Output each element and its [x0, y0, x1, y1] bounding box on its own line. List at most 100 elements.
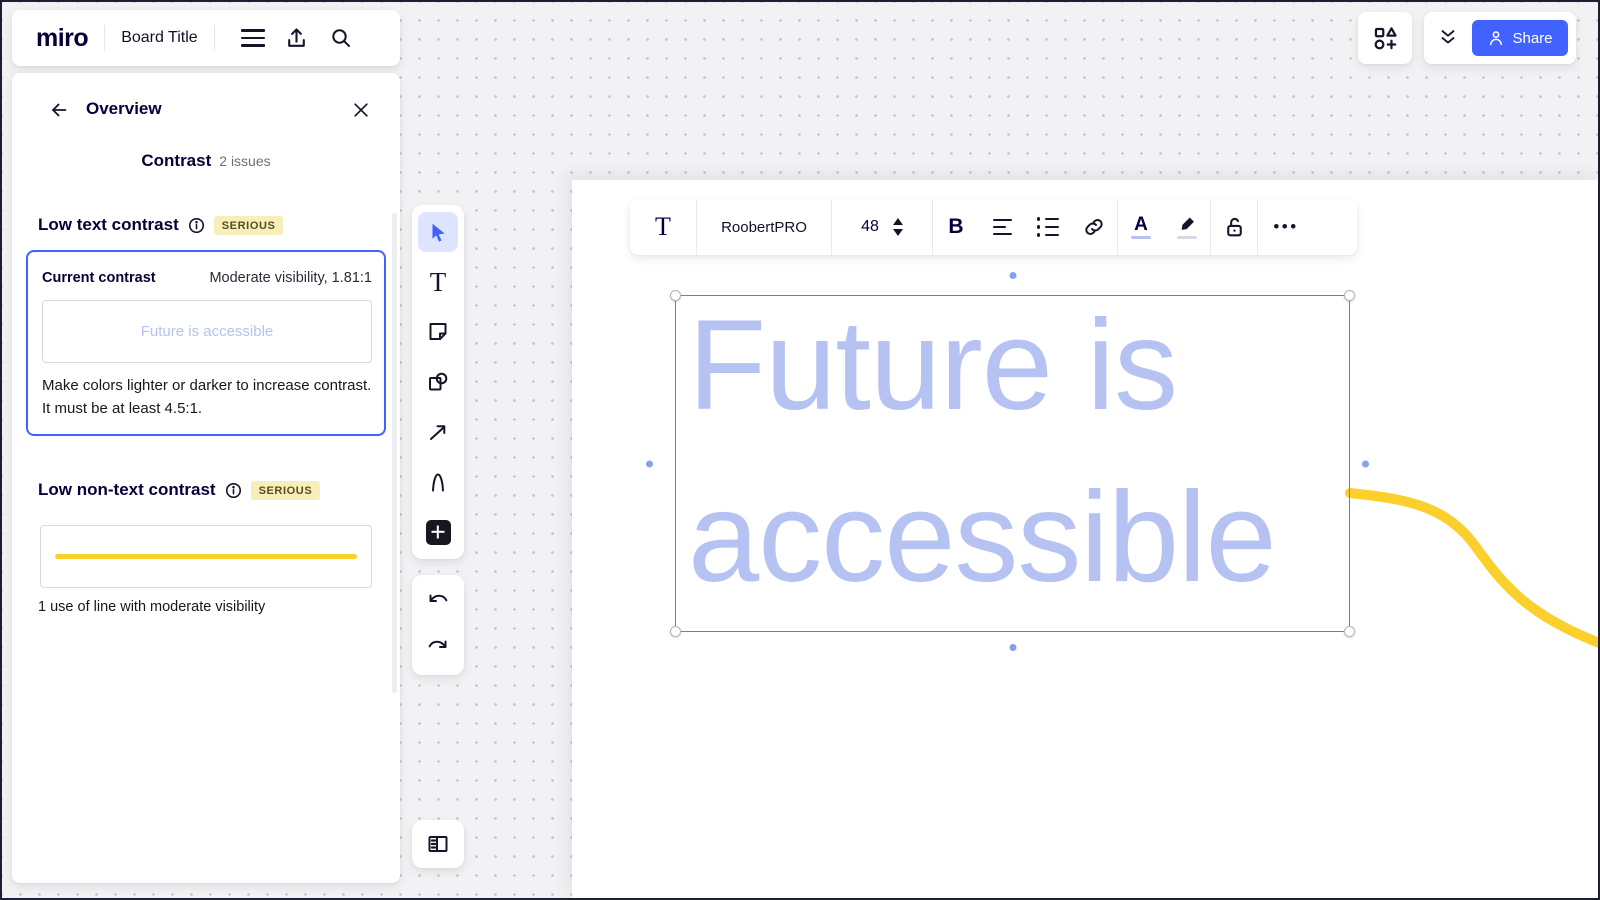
- text-format-toolbar: T RoobertPRO 48 B A •••: [630, 199, 1357, 255]
- size-decrease-icon[interactable]: [892, 229, 903, 236]
- miro-logo[interactable]: miro: [36, 24, 89, 53]
- board-header: miro Board Title: [12, 10, 400, 66]
- shapes-icon: [429, 372, 448, 391]
- shapes-tool[interactable]: [418, 362, 458, 402]
- back-button[interactable]: [46, 97, 72, 123]
- info-button[interactable]: [187, 216, 206, 235]
- frames-button[interactable]: [418, 824, 458, 864]
- preview-text: Future is accessible: [140, 323, 274, 340]
- cursor-icon: [432, 223, 445, 242]
- pen-icon: [432, 473, 444, 492]
- sticky-note-icon: [429, 323, 447, 340]
- connector-anchor-bottom[interactable]: [1009, 644, 1016, 651]
- contrast-section-header: Contrast 2 issues: [12, 151, 400, 171]
- contrast-visibility-value: Moderate visibility, 1.81:1: [209, 270, 372, 286]
- font-size-control: 48: [832, 199, 932, 255]
- history-toolbar: [412, 575, 464, 675]
- low-text-contrast-title: Low text contrast: [38, 215, 179, 234]
- redo-button[interactable]: [418, 628, 458, 668]
- bold-button[interactable]: B: [933, 199, 979, 255]
- text-tool-icon: T: [429, 266, 447, 297]
- close-panel-button[interactable]: [348, 97, 374, 123]
- text-contrast-preview: Future is accessible: [42, 300, 372, 363]
- undo-button[interactable]: [418, 582, 458, 622]
- sticky-note-tool[interactable]: [418, 312, 458, 352]
- export-button[interactable]: [275, 16, 319, 60]
- search-button[interactable]: [319, 16, 363, 60]
- collapse-icon: [1441, 30, 1455, 44]
- size-increase-icon[interactable]: [892, 218, 903, 225]
- board-title[interactable]: Board Title: [121, 29, 197, 47]
- list-button[interactable]: [1025, 199, 1071, 255]
- connector-icon: [430, 425, 446, 440]
- severity-badge: SERIOUS: [213, 215, 284, 235]
- apps-card: [1358, 12, 1412, 64]
- more-options-button[interactable]: •••: [1258, 199, 1314, 255]
- highlight-button[interactable]: [1164, 199, 1210, 255]
- frames-icon: [428, 836, 448, 852]
- collapse-toolbar-button[interactable]: [1424, 12, 1472, 64]
- person-icon: [1490, 31, 1503, 46]
- text-tool[interactable]: T: [418, 262, 458, 302]
- connector-anchor-top[interactable]: [1009, 272, 1016, 279]
- selected-text-object[interactable]: Future is accessible: [646, 272, 1369, 651]
- link-button[interactable]: [1071, 199, 1117, 255]
- add-icon: [425, 519, 451, 545]
- align-icon: [992, 218, 1012, 236]
- select-tool[interactable]: [418, 212, 458, 252]
- search-icon: [331, 29, 350, 47]
- resize-handle-bottom-left[interactable]: [670, 626, 681, 637]
- creation-toolbar: T: [412, 205, 464, 559]
- back-arrow-icon: [52, 103, 67, 117]
- export-icon: [288, 28, 306, 47]
- redo-icon: [428, 640, 447, 648]
- info-icon: [188, 217, 204, 233]
- undo-icon: [429, 594, 448, 602]
- header-divider: [104, 25, 106, 51]
- add-more-tools[interactable]: [418, 512, 458, 552]
- info-button[interactable]: [224, 481, 243, 500]
- font-size-stepper[interactable]: [892, 218, 903, 236]
- list-icon: [1036, 217, 1060, 237]
- resize-handle-bottom-right[interactable]: [1344, 626, 1355, 637]
- low-text-contrast-header: Low text contrast SERIOUS: [38, 215, 284, 235]
- panel-header: Overview: [12, 97, 400, 123]
- font-size-value[interactable]: 48: [861, 218, 879, 236]
- link-icon: [1085, 219, 1103, 235]
- resize-handle-top-left[interactable]: [670, 290, 681, 301]
- connector-tool[interactable]: [418, 412, 458, 452]
- pen-tool[interactable]: [418, 462, 458, 502]
- highlight-color-swatch: [1177, 235, 1197, 240]
- share-button-label: Share: [1512, 29, 1553, 47]
- current-contrast-row: Current contrast Moderate visibility, 1.…: [42, 270, 372, 286]
- miro-board-app: Future is accessible T RoobertPRO 48 B A…: [0, 0, 1600, 900]
- font-color-button[interactable]: A: [1118, 199, 1164, 255]
- share-button[interactable]: Share: [1472, 20, 1568, 56]
- canvas-text-line1[interactable]: Future is: [688, 302, 1178, 430]
- accessibility-panel: Overview Contrast 2 issues Low text contr…: [12, 73, 400, 883]
- connector-anchor-left[interactable]: [646, 460, 653, 467]
- contrast-title: Contrast: [141, 151, 212, 170]
- header-divider: [213, 25, 215, 51]
- lock-button[interactable]: [1211, 199, 1257, 255]
- panel-title: Overview: [86, 99, 162, 118]
- connector-anchor-right[interactable]: [1362, 460, 1369, 467]
- canvas-text-line2[interactable]: accessible: [688, 474, 1277, 602]
- add-widgets-button[interactable]: [1363, 16, 1407, 60]
- low-nontext-contrast-title: Low non-text contrast: [38, 480, 216, 499]
- font-family-select[interactable]: RoobertPRO: [697, 199, 831, 255]
- contrast-issue-count: 2 issues: [219, 153, 271, 169]
- frames-panel-card: [412, 820, 464, 868]
- align-button[interactable]: [979, 199, 1025, 255]
- text-contrast-issue-card[interactable]: Current contrast Moderate visibility, 1.…: [26, 250, 386, 436]
- resize-handle-top-right[interactable]: [1344, 290, 1355, 301]
- text-style-button[interactable]: T: [630, 199, 696, 255]
- widgets-icon: [1374, 26, 1397, 49]
- line-contrast-preview[interactable]: [40, 525, 372, 588]
- font-color-icon: A: [1131, 215, 1151, 240]
- panel-scrollbar[interactable]: [392, 213, 397, 693]
- yellow-line-sample: [55, 554, 357, 559]
- low-nontext-contrast-header: Low non-text contrast SERIOUS: [38, 480, 321, 500]
- contrast-fix-description: Make colors lighter or darker to increas…: [42, 377, 372, 417]
- main-menu-button[interactable]: [231, 16, 275, 60]
